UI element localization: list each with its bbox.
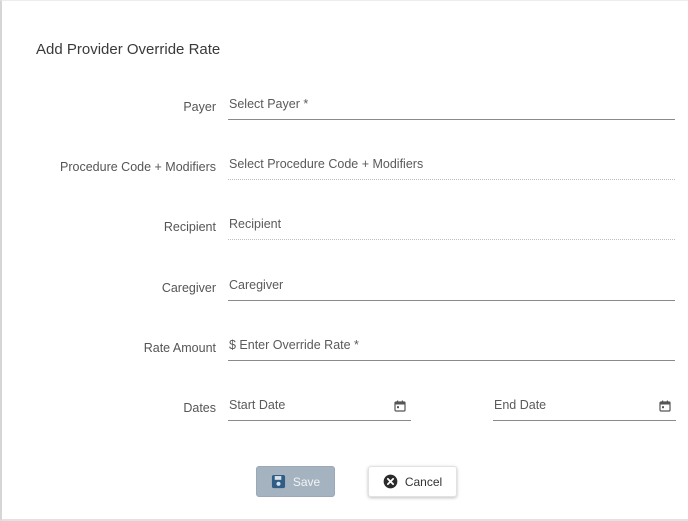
dates-row: Dates Start Date End Date — [2, 395, 688, 425]
dates-label: Dates — [183, 401, 216, 415]
caregiver-placeholder: Caregiver — [229, 278, 284, 292]
recipient-placeholder: Recipient — [229, 217, 282, 231]
rate-amount-input[interactable]: $ Enter Override Rate * — [228, 335, 675, 361]
payer-select[interactable]: Select Payer * — [228, 94, 675, 120]
recipient-label: Recipient — [163, 220, 216, 234]
caregiver-row: Caregiver Caregiver — [2, 275, 688, 305]
caregiver-label: Caregiver — [161, 281, 216, 295]
rate-amount-row: Rate Amount $ Enter Override Rate * — [2, 335, 688, 365]
recipient-row: Recipient Recipient — [2, 214, 688, 244]
rate-amount-placeholder: $ Enter Override Rate * — [229, 338, 359, 352]
calendar-icon[interactable] — [659, 400, 671, 412]
end-date-placeholder: End Date — [494, 398, 547, 412]
save-button-label: Save — [292, 474, 321, 489]
rate-amount-label: Rate Amount — [143, 341, 216, 355]
caregiver-input[interactable]: Caregiver — [228, 275, 675, 301]
recipient-input[interactable]: Recipient — [228, 214, 675, 240]
cancel-button-label: Cancel — [404, 474, 443, 489]
end-date-input[interactable]: End Date — [493, 395, 676, 421]
procedure-row: Procedure Code + Modifiers Select Proced… — [2, 154, 688, 184]
procedure-label: Procedure Code + Modifiers — [60, 160, 216, 174]
dialog-title: Add Provider Override Rate — [36, 41, 221, 58]
add-provider-override-rate-dialog: Add Provider Override Rate Payer Select … — [0, 0, 688, 521]
close-circle-icon — [383, 474, 398, 489]
procedure-placeholder: Select Procedure Code + Modifiers — [229, 157, 424, 171]
cancel-button[interactable]: Cancel — [368, 466, 457, 497]
payer-row: Payer Select Payer * — [2, 94, 688, 124]
calendar-icon[interactable] — [394, 400, 406, 412]
start-date-input[interactable]: Start Date — [228, 395, 411, 421]
save-button[interactable]: Save — [256, 466, 335, 497]
payer-label: Payer — [183, 100, 216, 114]
procedure-code-select[interactable]: Select Procedure Code + Modifiers — [228, 154, 675, 180]
payer-placeholder: Select Payer * — [229, 97, 309, 111]
floppy-disk-icon — [271, 474, 285, 489]
start-date-placeholder: Start Date — [229, 398, 286, 412]
